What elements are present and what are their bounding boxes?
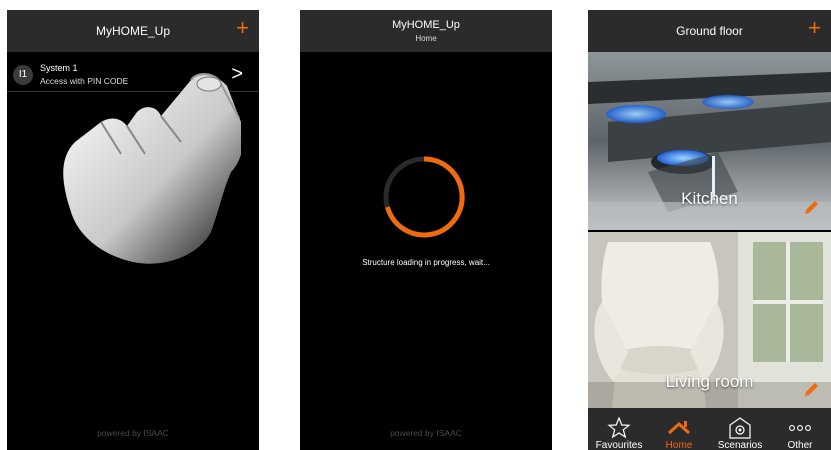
add-icon[interactable]: + (808, 16, 821, 40)
header-bar: MyHOME_Up Home (300, 10, 552, 52)
loading-screen: MyHOME_Up Home Structure loading in prog… (300, 10, 552, 450)
add-icon[interactable]: + (236, 16, 249, 40)
room-name: Kitchen (681, 189, 738, 208)
loading-spinner-icon (383, 156, 465, 238)
room-name: Living room (665, 372, 754, 391)
loading-message: Structure loading in progress, wait... (362, 258, 490, 267)
star-icon (607, 417, 631, 439)
tab-other[interactable]: Other (770, 408, 830, 450)
system-badge: I1 (13, 65, 33, 85)
header-bar: MyHOME_Up + (7, 10, 259, 52)
more-dots-icon (789, 425, 811, 431)
tab-label: Favourites (595, 440, 643, 450)
tab-label: Home (665, 440, 693, 450)
page-subtitle: Home (415, 34, 437, 43)
room-tile-living-room[interactable]: Living room (588, 232, 831, 408)
app-title: MyHOME_Up (392, 19, 460, 31)
bottom-tab-bar: Favourites Home Scenarios Other (588, 408, 831, 450)
header-bar: Ground floor + (588, 10, 831, 52)
powered-by-footer: powered by ISAAC (390, 428, 462, 438)
scenario-icon (729, 417, 751, 439)
room-tile-kitchen[interactable]: Kitchen (588, 52, 831, 230)
floor-title: Ground floor (676, 24, 743, 38)
tab-favourites[interactable]: Favourites (589, 408, 649, 450)
app-title: MyHOME_Up (95, 24, 170, 38)
edit-pencil-icon[interactable] (803, 382, 819, 398)
tab-scenarios[interactable]: Scenarios (710, 408, 770, 450)
house-icon (667, 421, 691, 435)
tab-label: Other (787, 440, 813, 450)
tab-home[interactable]: Home (649, 408, 709, 450)
system-select-screen: MyHOME_Up + I1 System 1 Access with PIN … (7, 10, 259, 450)
pointing-hand-illustration (63, 73, 241, 264)
floor-rooms-screen: Ground floor + Kitchen Living room Favou… (588, 10, 831, 450)
edit-pencil-icon[interactable] (803, 200, 819, 216)
powered-by-footer: powered by ISAAC (97, 428, 169, 438)
tab-label: Scenarios (717, 440, 763, 450)
